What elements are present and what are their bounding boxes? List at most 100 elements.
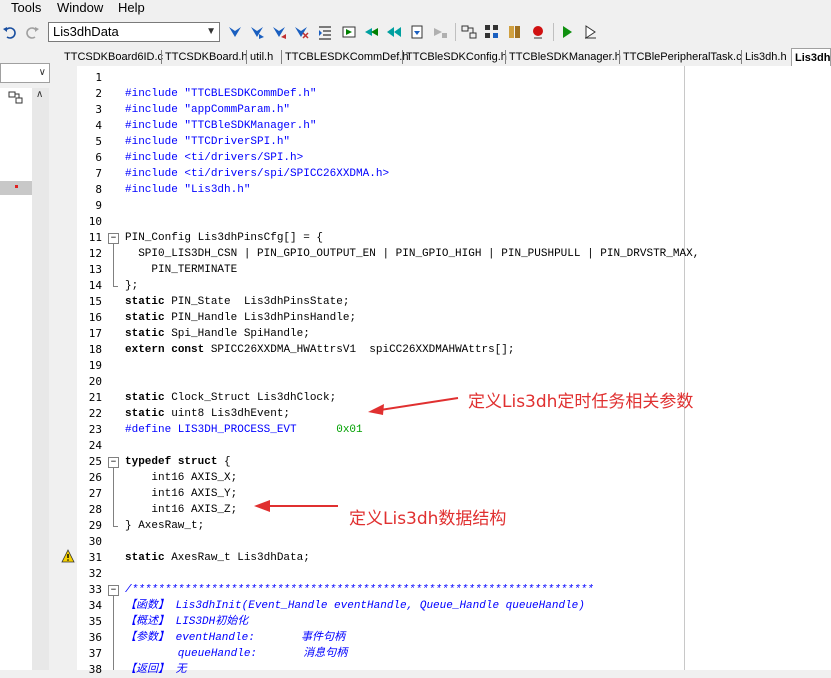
project-tree[interactable] — [0, 88, 32, 670]
code-line[interactable]: static uint8 Lis3dhEvent; — [125, 406, 290, 422]
build-target-icon[interactable] — [341, 24, 357, 40]
code-number-literal: 0x01 — [336, 424, 363, 436]
modified-marker-icon — [15, 185, 18, 188]
bookmark-toggle-icon[interactable] — [227, 24, 243, 40]
find-combo[interactable]: Lis3dhData ▼ — [48, 22, 220, 42]
code-line[interactable]: #include <ti/drivers/SPI.h> — [125, 150, 303, 166]
line-number: 8 — [95, 183, 102, 196]
debug-start-icon[interactable] — [530, 24, 546, 40]
rebuild-icon[interactable] — [363, 24, 379, 40]
code-line[interactable]: static AxesRaw_t Lis3dhData; — [125, 550, 310, 566]
line-number: 16 — [88, 311, 102, 324]
tab-lis3dh-h[interactable]: Lis3dh.h — [745, 48, 787, 66]
tab-lis3dh-c[interactable]: Lis3dh.c — [791, 48, 831, 66]
project-combo[interactable]: ∨ — [0, 63, 50, 83]
code-line[interactable]: PIN_Config Lis3dhPinsCfg[] = { — [125, 230, 323, 246]
code-line[interactable]: static PIN_Handle Lis3dhPinsHandle; — [125, 310, 356, 326]
code-line[interactable]: 【返回】 无 — [125, 662, 187, 678]
line-number: 4 — [95, 119, 102, 132]
annotation-note-timer-params: 定义Lis3dh定时任务相关参数 — [468, 392, 694, 412]
tab-ttcsdkboard-h[interactable]: TTCSDKBoard.h — [165, 48, 248, 66]
line-number: 27 — [88, 487, 102, 500]
code-line[interactable]: } AxesRaw_t; — [125, 518, 204, 534]
code-line[interactable]: extern const SPICC26XXDMA_HWAttrsV1 spiC… — [125, 342, 515, 358]
tab-separator — [161, 50, 162, 64]
line-number: 3 — [95, 103, 102, 116]
project-tree-selected-row[interactable] — [0, 181, 32, 195]
menu-help[interactable]: Help — [118, 0, 145, 16]
batch-build-icon[interactable] — [386, 24, 402, 40]
line-number: 18 — [88, 343, 102, 356]
bookmark-clear-icon[interactable] — [293, 24, 309, 40]
toolbar-separator — [553, 23, 554, 41]
chevron-down-icon[interactable]: ∨ — [39, 67, 46, 78]
code-line[interactable]: #include <ti/drivers/spi/SPICC26XXDMA.h> — [125, 166, 389, 182]
line-number: 15 — [88, 295, 102, 308]
code-line[interactable]: int16 AXIS_Y; — [125, 486, 237, 502]
tab-ttcblesdkconfig-h[interactable]: TTCBleSDKConfig.h — [406, 48, 507, 66]
line-number: 37 — [88, 647, 102, 660]
code-line[interactable]: 【参数】 eventHandle: 事件句柄 — [125, 630, 345, 646]
redo-icon[interactable] — [24, 24, 40, 40]
chevron-down-icon[interactable]: ▼ — [206, 26, 216, 37]
code-line[interactable]: #include "Lis3dh.h" — [125, 182, 250, 198]
code-line[interactable]: #define LIS3DH_PROCESS_EVT 0x01 — [125, 422, 363, 438]
menu-window[interactable]: Window — [57, 0, 103, 16]
manage-books-icon[interactable] — [507, 24, 523, 40]
run-icon[interactable] — [559, 24, 575, 40]
code-line[interactable]: 【函数】 Lis3dhInit(Event_Handle eventHandle… — [125, 598, 585, 614]
line-number: 1 — [95, 71, 102, 84]
code-line[interactable]: static PIN_State Lis3dhPinsState; — [125, 294, 349, 310]
tab-separator — [402, 50, 403, 64]
code-line[interactable]: int16 AXIS_Z; — [125, 502, 237, 518]
code-line[interactable]: 【概述】 LIS3DH初始化 — [125, 614, 248, 630]
menu-tools[interactable]: Tools — [11, 0, 41, 16]
line-number: 22 — [88, 407, 102, 420]
bookmark-next-icon[interactable] — [249, 24, 265, 40]
manage-components-icon[interactable] — [484, 24, 500, 40]
tab-ttcbleperipheraltask-c[interactable]: TTCBlePeripheralTask.c — [623, 48, 742, 66]
project-tree-scrollbar[interactable]: ∧ — [32, 88, 49, 670]
code-line[interactable]: static Clock_Struct Lis3dhClock; — [125, 390, 336, 406]
line-number: 13 — [88, 263, 102, 276]
line-number: 24 — [88, 439, 102, 452]
code-line[interactable]: typedef struct { — [125, 454, 231, 470]
step-icon[interactable] — [582, 24, 598, 40]
chevron-up-icon[interactable]: ∧ — [36, 89, 43, 100]
stop-build-icon[interactable] — [432, 24, 448, 40]
line-number: 35 — [88, 615, 102, 628]
code-line[interactable]: static Spi_Handle SpiHandle; — [125, 326, 310, 342]
tab-ttcsdkboard6id-c[interactable]: TTCSDKBoard6ID.c — [64, 48, 163, 66]
tab-ttcblesdkcommdef-h[interactable]: TTCBLESDKCommDef.h — [285, 48, 408, 66]
code-line[interactable]: int16 AXIS_X; — [125, 470, 237, 486]
code-line[interactable]: #include "TTCDriverSPI.h" — [125, 134, 290, 150]
bookmark-prev-icon[interactable] — [271, 24, 287, 40]
code-line[interactable]: #include "TTCBleSDKManager.h" — [125, 118, 316, 134]
toolbar-separator — [455, 23, 456, 41]
line-number: 11 — [88, 231, 102, 244]
line-number: 21 — [88, 391, 102, 404]
code-line[interactable]: #include "appCommParam.h" — [125, 102, 290, 118]
tab-separator — [281, 50, 282, 64]
annotation-note-data-struct: 定义Lis3dh数据结构 — [349, 509, 507, 529]
line-number: 38 — [88, 663, 102, 676]
line-number: 2 — [95, 87, 102, 100]
tab-util-h[interactable]: util.h — [250, 48, 273, 66]
code-line[interactable]: #include "TTCBLESDKCommDef.h" — [125, 86, 316, 102]
line-number: 19 — [88, 359, 102, 372]
tab-ttcblesdkmanager-h[interactable]: TTCBleSDKManager.h — [509, 48, 621, 66]
undo-icon[interactable] — [2, 24, 18, 40]
indent-icon[interactable] — [317, 24, 333, 40]
code-line[interactable]: SPI0_LIS3DH_CSN | PIN_GPIO_OUTPUT_EN | P… — [125, 246, 699, 262]
annotation-arrow-1 — [368, 397, 459, 415]
code-line[interactable]: /***************************************… — [125, 582, 594, 598]
code-line[interactable]: PIN_TERMINATE — [125, 262, 237, 278]
download-icon[interactable] — [409, 24, 425, 40]
options-icon[interactable] — [461, 24, 477, 40]
code-line[interactable]: queueHandle: 消息句柄 — [125, 646, 347, 662]
code-line[interactable]: }; — [125, 278, 138, 294]
line-number: 31 — [88, 551, 102, 564]
project-options-icon[interactable] — [8, 91, 24, 105]
warning-icon[interactable] — [61, 549, 75, 563]
line-number: 32 — [88, 567, 102, 580]
